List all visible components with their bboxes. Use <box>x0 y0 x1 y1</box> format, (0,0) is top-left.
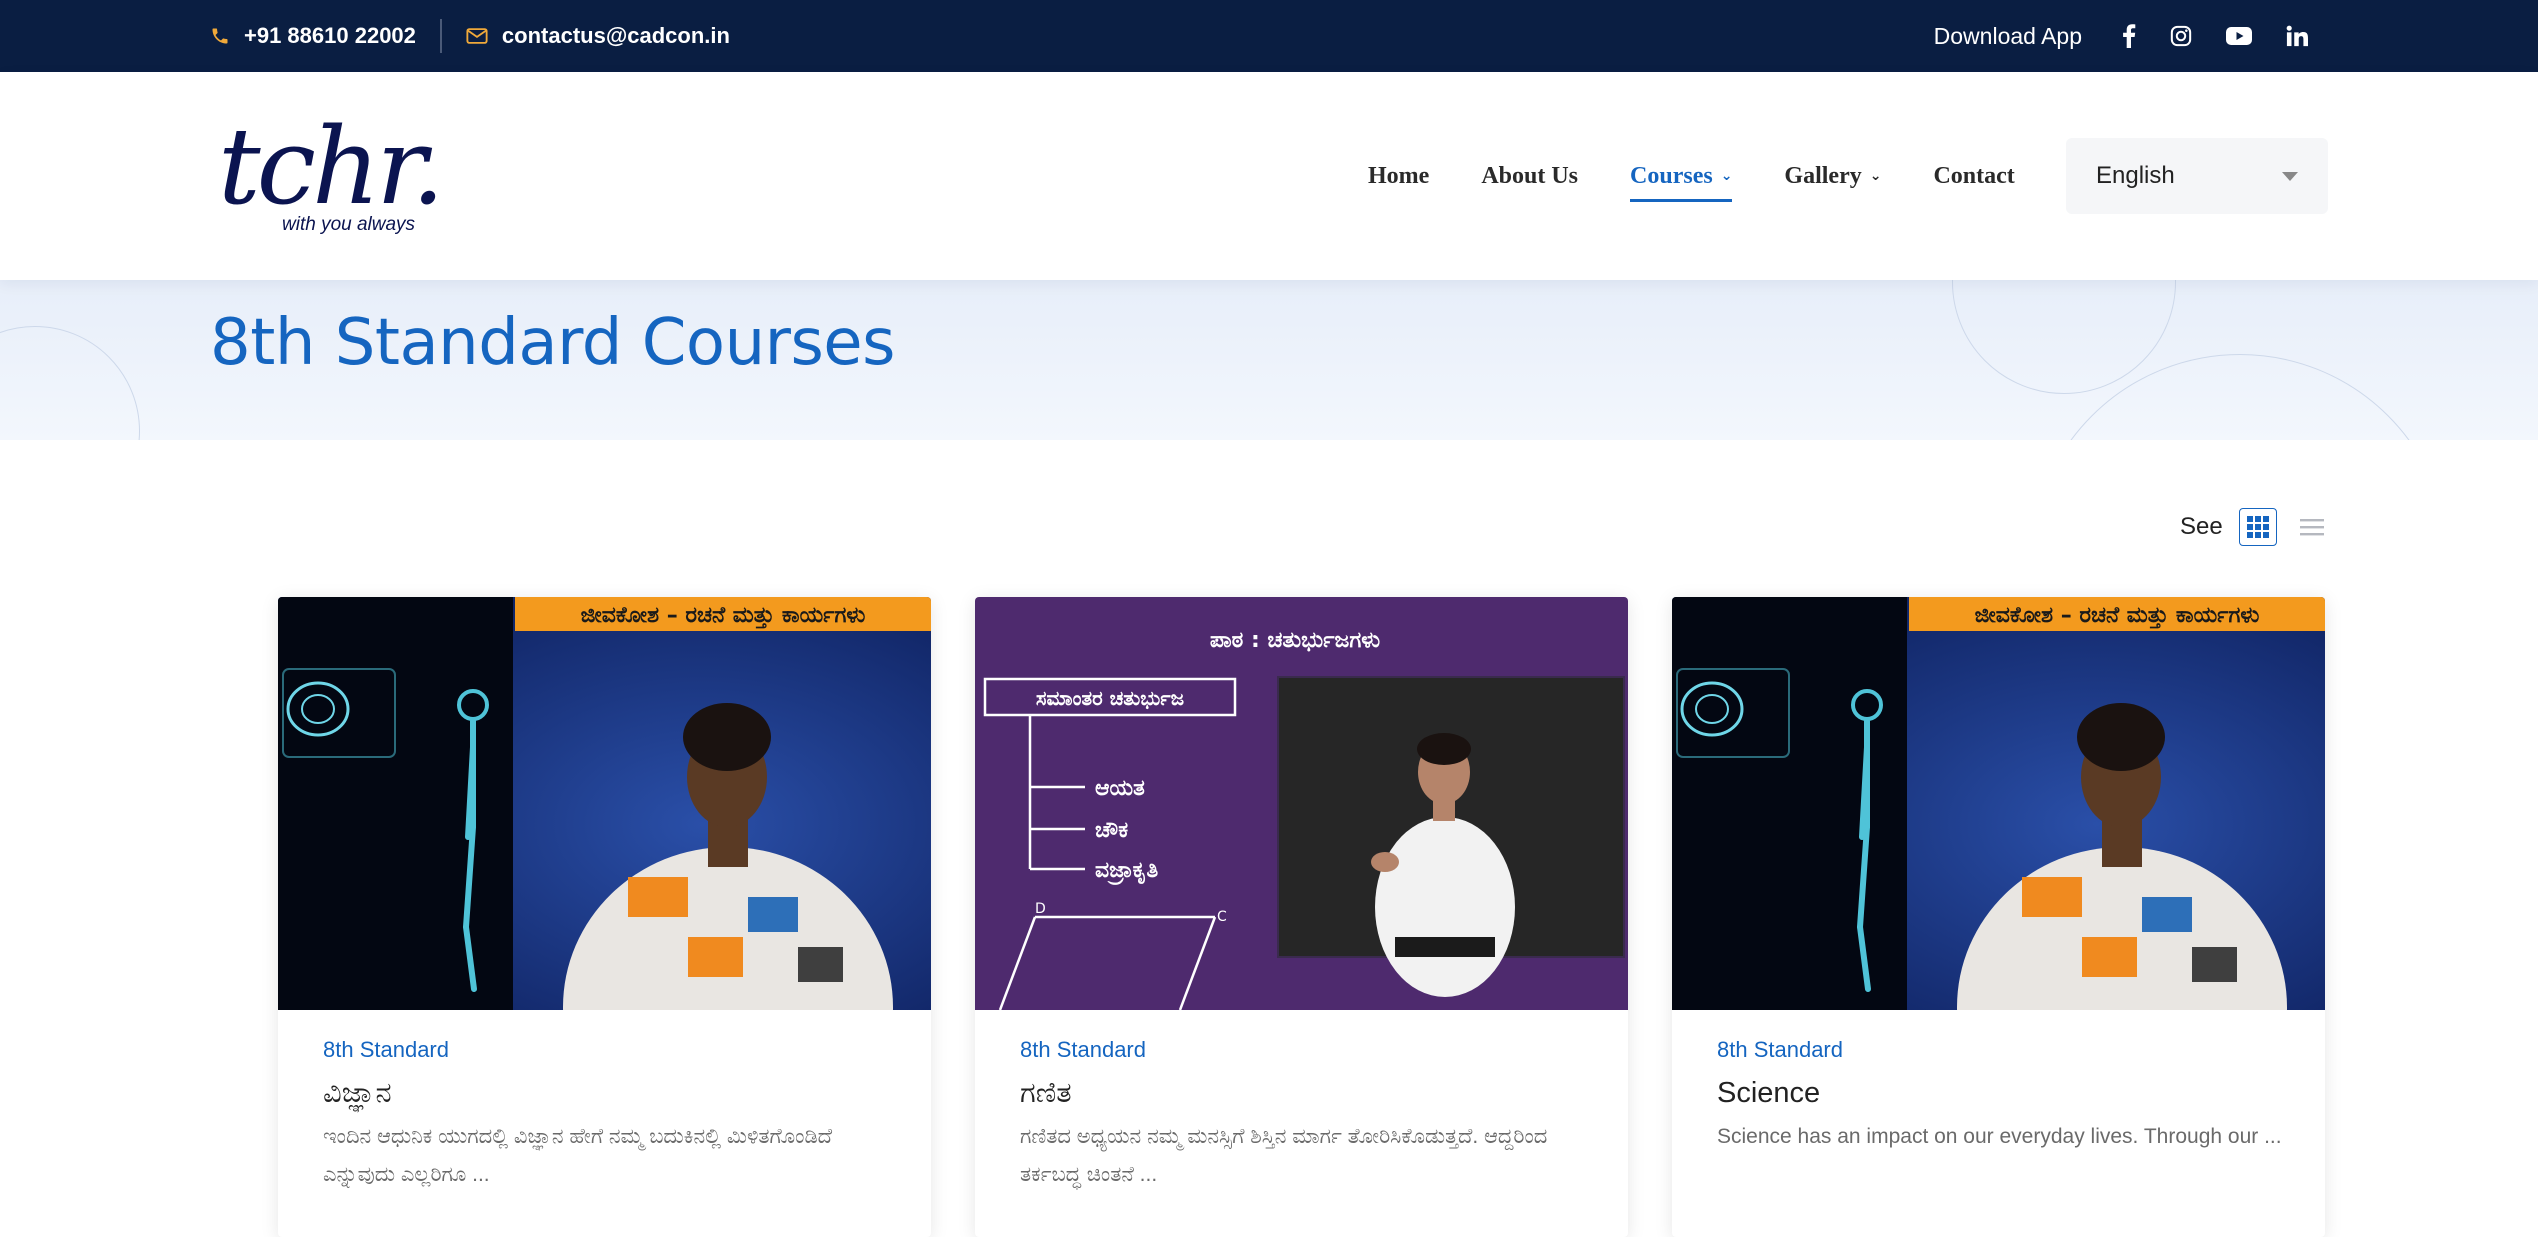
thumbnail-lesson-text: ಪಾಠ : ಚತುರ್ಭುಜಗಳು <box>1210 628 1380 653</box>
chevron-down-icon: ⌄ <box>1869 168 1882 184</box>
contact-divider <box>439 19 442 53</box>
page-title: 8th Standard Courses <box>210 306 896 380</box>
email-link[interactable]: contactus@cadcon.in <box>466 23 730 49</box>
top-bar: +91 88610 22002 contactus@cadcon.in Down… <box>0 0 2538 72</box>
caret-down-icon <box>2282 172 2298 181</box>
nav-item-gallery[interactable]: Gallery ⌄ <box>1784 153 1881 200</box>
course-card-body: 8th Standard Science Science has an impa… <box>1717 1037 2285 1156</box>
logo-tagline: with you always <box>282 214 416 235</box>
nav-item-contact[interactable]: Contact <box>1933 153 2014 200</box>
course-category[interactable]: 8th Standard <box>323 1037 891 1063</box>
nav-item-label: Home <box>1368 162 1430 189</box>
thumbnail-box-label: ಸಮಾಂತರ ಚತುರ್ಭುಜ <box>1036 686 1184 710</box>
download-app-link[interactable]: Download App <box>1934 23 2082 50</box>
course-description: ಗಣಿತದ ಅಧ್ಯಯನ ನಮ್ಮ ಮನಸ್ಸಿಗೆ ಶಿಸ್ತಿನ ಮಾರ್ಗ… <box>1020 1125 1548 1186</box>
language-select[interactable]: English <box>2066 138 2328 214</box>
nav-item-label: Gallery <box>1784 162 1862 189</box>
view-toggle-label: See <box>2180 513 2223 540</box>
thumbnail-vertex-label: D <box>1035 901 1046 917</box>
phone-number: +91 88610 22002 <box>244 23 416 48</box>
thumbnail-tree-item: ಆಯತ <box>1095 776 1145 801</box>
social-links <box>2122 24 2308 48</box>
phone-link[interactable]: +91 88610 22002 <box>210 23 416 49</box>
decorative-circle <box>0 326 140 440</box>
page-hero: 8th Standard Courses <box>0 280 2538 440</box>
language-selected-value: English <box>2096 162 2175 189</box>
thumbnail-tree-item: ವಜ್ರಾಕೃತಿ <box>1095 858 1159 885</box>
nav-item-label: Courses <box>1630 162 1713 189</box>
nav-item-home[interactable]: Home <box>1368 153 1429 200</box>
list-view-button[interactable] <box>2293 508 2331 546</box>
course-card-body: 8th Standard ವಿಜ್ಞಾನ ಇಂದಿನ ಆಧುನಿಕ ಯುಗದಲ್… <box>323 1037 891 1194</box>
course-category[interactable]: 8th Standard <box>1020 1037 1588 1063</box>
course-title[interactable]: ವಿಜ್ಞಾನ <box>323 1077 891 1110</box>
email-address: contactus@cadcon.in <box>501 23 730 48</box>
course-description: Science has an impact on our everyday li… <box>1717 1125 2282 1148</box>
course-title[interactable]: ಗಣಿತ <box>1020 1077 1588 1110</box>
nav-item-label: Contact <box>1933 162 2015 189</box>
thumbnail-banner-text: ಜೀವಕೋಶ – ರಚನೆ ಮತ್ತು ಕಾರ್ಯಗಳು <box>581 603 866 630</box>
site-header: tchr. with you always Home About Us Cour… <box>0 72 2538 280</box>
mail-icon <box>466 27 488 45</box>
course-description: ಇಂದಿನ ಆಧುನಿಕ ಯುಗದಲ್ಲಿ ವಿಜ್ಞಾನ ಹೇಗೆ ನಮ್ಮ … <box>323 1125 833 1186</box>
course-thumbnail[interactable]: ಪಾಠ : ಚತುರ್ಭುಜಗಳು ಸಮಾಂತರ ಚತುರ್ಭುಜ ಆಯತ ಚೌ… <box>975 597 1628 1010</box>
youtube-icon[interactable] <box>2226 26 2252 46</box>
list-icon <box>2299 517 2324 537</box>
course-card[interactable]: ಜೀವಕೋಶ – ರಚನೆ ಮತ್ತು ಕಾರ್ಯಗಳು 8th Standar… <box>278 597 931 1237</box>
course-category[interactable]: 8th Standard <box>1717 1037 2285 1063</box>
grid-icon <box>2246 516 2269 538</box>
view-toggle: See <box>2180 508 2331 546</box>
course-card[interactable]: ಪಾಠ : ಚತುರ್ಭುಜಗಳು ಸಮಾಂತರ ಚತುರ್ಭುಜ ಆಯತ ಚೌ… <box>975 597 1628 1237</box>
phone-icon <box>210 26 230 46</box>
chevron-down-icon: ⌄ <box>1720 168 1733 184</box>
thumbnail-vertex-label: C <box>1217 909 1227 925</box>
grid-view-button[interactable] <box>2238 508 2277 546</box>
facebook-icon[interactable] <box>2122 24 2136 48</box>
main-nav: Home About Us Courses ⌄ Gallery ⌄ Contac… <box>1368 72 2015 280</box>
course-thumbnail[interactable]: ಜೀವಕೋಶ – ರಚನೆ ಮತ್ತು ಕಾರ್ಯಗಳು <box>278 597 931 1010</box>
thumbnail-tree-item: ಚೌಕ <box>1095 818 1128 843</box>
nav-item-courses[interactable]: Courses ⌄ <box>1630 153 1733 202</box>
instagram-icon[interactable] <box>2170 25 2192 47</box>
site-logo[interactable]: tchr. with you always <box>218 105 445 244</box>
thumbnail-banner-text: ಜೀವಕೋಶ – ರಚನೆ ಮತ್ತು ಕಾರ್ಯಗಳು <box>1975 603 2260 630</box>
course-card-body: 8th Standard ಗಣಿತ ಗಣಿತದ ಅಧ್ಯಯನ ನಮ್ಮ ಮನಸ್… <box>1020 1037 1588 1194</box>
topbar-right: Download App <box>1934 0 2308 72</box>
nav-item-about-us[interactable]: About Us <box>1481 153 1578 200</box>
course-card[interactable]: ಜೀವಕೋಶ – ರಚನೆ ಮತ್ತು ಕಾರ್ಯಗಳು 8th Standar… <box>1672 597 2325 1237</box>
course-thumbnail[interactable]: ಜೀವಕೋಶ – ರಚನೆ ಮತ್ತು ಕಾರ್ಯಗಳು <box>1672 597 2325 1010</box>
nav-item-label: About Us <box>1481 162 1579 189</box>
linkedin-icon[interactable] <box>2286 25 2308 47</box>
logo-wordmark: tchr. <box>218 105 445 228</box>
course-title[interactable]: Science <box>1717 1077 2285 1110</box>
contact-info: +91 88610 22002 contactus@cadcon.in <box>210 0 730 72</box>
